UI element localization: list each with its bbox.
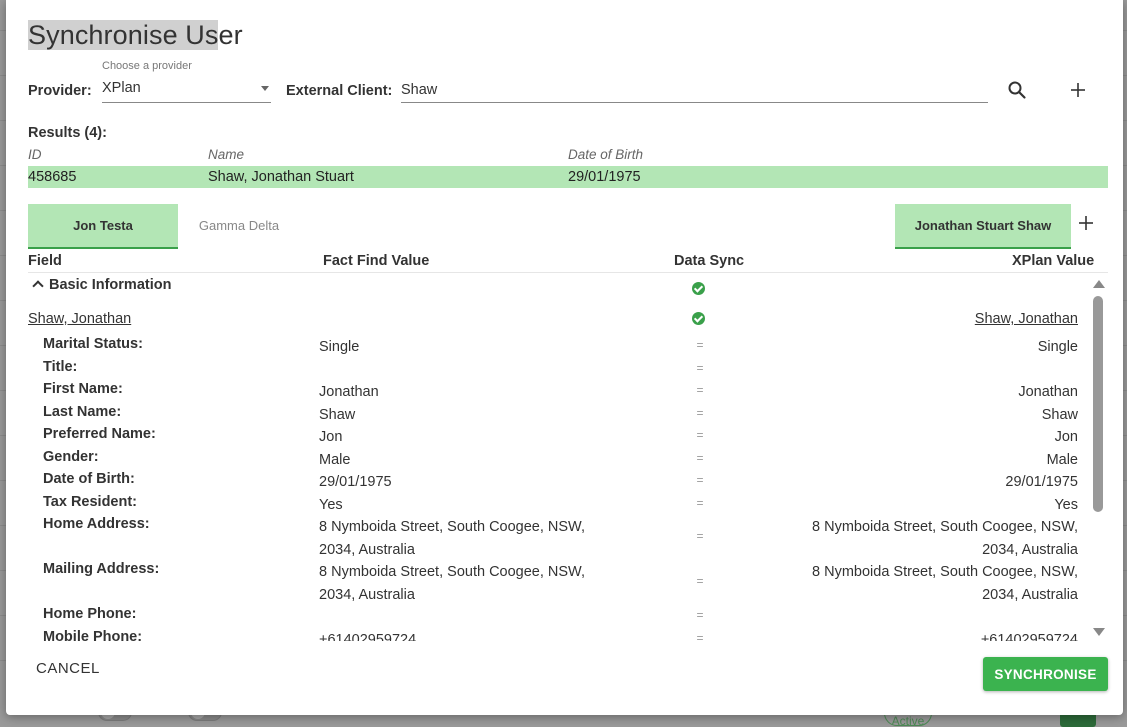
fact-find-value: 8 Nymboida Street, South Coogee, NSW, 20… bbox=[319, 564, 585, 603]
field-label: Date of Birth: bbox=[43, 471, 135, 487]
equal-icon: = bbox=[696, 574, 704, 588]
plus-icon bbox=[1079, 216, 1093, 230]
fact-find-value: Male bbox=[319, 452, 351, 468]
xplan-value: Jon bbox=[1054, 429, 1078, 445]
provider-value: XPlan bbox=[102, 80, 141, 96]
scroll-down-icon[interactable] bbox=[1093, 628, 1105, 636]
chevron-up-icon bbox=[32, 280, 44, 292]
results-header-name: Name bbox=[208, 147, 245, 162]
fact-find-value: 29/01/1975 bbox=[319, 474, 392, 490]
field-label: Marital Status: bbox=[43, 336, 143, 352]
search-button[interactable] bbox=[1004, 77, 1030, 103]
external-client-label: External Client: bbox=[286, 83, 393, 99]
field-label: Home Address: bbox=[43, 516, 150, 532]
xplan-value: 29/01/1975 bbox=[1005, 474, 1078, 490]
fact-find-value: Jon bbox=[319, 429, 343, 445]
equal-icon: = bbox=[696, 608, 704, 622]
xplan-value: Male bbox=[1046, 452, 1078, 468]
fact-find-value: Shaw bbox=[319, 407, 356, 423]
results-header-dob: Date of Birth bbox=[568, 147, 644, 162]
xplan-value: Single bbox=[1037, 339, 1078, 355]
dialog-title: Synchronise User bbox=[28, 20, 243, 50]
section-title: Basic Information bbox=[49, 277, 172, 293]
tab-gamma-delta[interactable]: Gamma Delta bbox=[178, 204, 300, 249]
equal-icon: = bbox=[696, 451, 704, 465]
field-label: Home Phone: bbox=[43, 606, 137, 622]
provider-hint: Choose a provider bbox=[102, 60, 192, 72]
section-toggle-basic-information[interactable]: Basic Information bbox=[32, 277, 172, 293]
field-label: Last Name: bbox=[43, 404, 122, 420]
check-circle-icon bbox=[692, 312, 705, 325]
provider-select[interactable]: XPlan bbox=[102, 76, 271, 103]
field-label: Gender: bbox=[43, 449, 99, 465]
field-label: First Name: bbox=[43, 381, 123, 397]
column-header-data-sync: Data Sync bbox=[674, 253, 745, 269]
column-header-fact-find: Fact Find Value bbox=[323, 253, 430, 269]
provider-label: Provider: bbox=[28, 83, 92, 99]
synchronise-user-dialog: Synchronise User Provider: Choose a prov… bbox=[6, 0, 1123, 715]
fact-find-value: Single bbox=[319, 339, 360, 355]
equal-icon: = bbox=[696, 383, 704, 397]
fact-find-value: +61402959724 bbox=[319, 632, 417, 641]
field-label: Mailing Address: bbox=[43, 561, 160, 577]
equal-icon: = bbox=[696, 496, 704, 510]
equal-icon: = bbox=[696, 361, 704, 375]
result-name: Shaw, Jonathan Stuart bbox=[208, 169, 354, 185]
external-client-input[interactable] bbox=[401, 76, 988, 103]
synchronise-button[interactable]: SYNCHRONISE bbox=[983, 657, 1108, 691]
fact-find-value: 8 Nymboida Street, South Coogee, NSW, 20… bbox=[319, 519, 585, 558]
xplan-value: 8 Nymboida Street, South Coogee, NSW, 20… bbox=[812, 564, 1078, 603]
fact-find-value: Jonathan bbox=[319, 384, 379, 400]
field-label: Title: bbox=[43, 359, 78, 375]
equal-icon: = bbox=[696, 473, 704, 487]
equal-icon: = bbox=[696, 529, 704, 543]
equal-icon: = bbox=[696, 631, 704, 641]
scroll-up-icon[interactable] bbox=[1093, 280, 1105, 288]
column-header-xplan: XPlan Value bbox=[1012, 253, 1095, 269]
column-header-field: Field bbox=[28, 253, 62, 269]
search-icon bbox=[1008, 81, 1026, 99]
result-dob: 29/01/1975 bbox=[568, 169, 641, 185]
fact-find-value: Yes bbox=[319, 497, 343, 513]
add-tab-button[interactable] bbox=[1078, 210, 1094, 238]
plus-icon bbox=[1071, 83, 1085, 97]
results-label: Results (4): bbox=[28, 125, 107, 141]
field-label: Tax Resident: bbox=[43, 494, 138, 510]
caret-down-icon bbox=[261, 86, 269, 91]
tab-jonathan-stuart-shaw[interactable]: Jonathan Stuart Shaw bbox=[895, 204, 1071, 249]
xplan-value: Yes bbox=[1054, 497, 1078, 513]
scroll-thumb[interactable] bbox=[1093, 296, 1103, 512]
equal-icon: = bbox=[696, 406, 704, 420]
results-header-id: ID bbox=[28, 147, 42, 162]
xplan-value: Jonathan bbox=[1018, 384, 1078, 400]
equal-icon: = bbox=[696, 428, 704, 442]
result-row[interactable]: 458685 Shaw, Jonathan Stuart 29/01/1975 bbox=[28, 166, 1108, 188]
field-label: Mobile Phone: bbox=[43, 629, 143, 641]
check-circle-icon bbox=[692, 282, 705, 295]
add-button[interactable] bbox=[1065, 77, 1091, 103]
tab-jon-testa[interactable]: Jon Testa bbox=[28, 204, 178, 249]
fact-find-tabs: Jon Testa Gamma Delta bbox=[28, 204, 300, 249]
cancel-button[interactable]: CANCEL bbox=[36, 660, 100, 677]
table-scrollbar[interactable] bbox=[1089, 278, 1107, 638]
person-link-fact-find[interactable]: Shaw, Jonathan bbox=[28, 311, 131, 327]
field-label: Preferred Name: bbox=[43, 426, 156, 442]
result-id: 458685 bbox=[28, 169, 77, 185]
xplan-value: Shaw bbox=[1041, 407, 1078, 423]
person-link-xplan[interactable]: Shaw, Jonathan bbox=[975, 311, 1078, 327]
sync-table: Basic Information Shaw, Jonathan Shaw, J… bbox=[28, 273, 1083, 641]
equal-icon: = bbox=[696, 338, 704, 352]
xplan-value: +61402959724 bbox=[980, 632, 1078, 641]
xplan-value: 8 Nymboida Street, South Coogee, NSW, 20… bbox=[812, 519, 1078, 558]
